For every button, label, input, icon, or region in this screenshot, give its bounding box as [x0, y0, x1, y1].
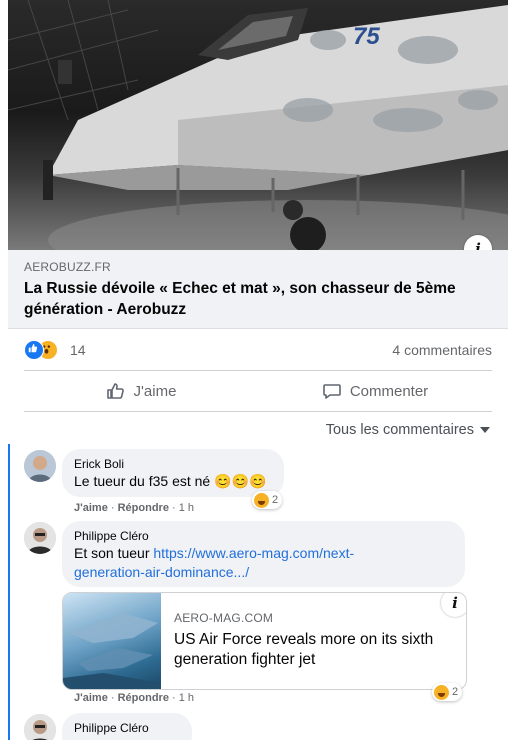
comment-bubble: Philippe Cléro: [62, 713, 192, 740]
comments-sort-dropdown[interactable]: Tous les commentaires: [326, 422, 490, 438]
comment-like-link[interactable]: J'aime: [74, 692, 108, 704]
avatar[interactable]: [24, 714, 56, 740]
article-headline[interactable]: La Russie dévoile « Echec et mat », son …: [24, 278, 494, 320]
article-image[interactable]: 75 i: [8, 0, 508, 250]
comment-author[interactable]: Erick Boli: [74, 457, 124, 471]
comment-reply-link[interactable]: Répondre: [118, 502, 169, 514]
like-label: J'aime: [133, 382, 177, 400]
haha-reaction-icon: [434, 684, 449, 700]
comments-count[interactable]: 4 commentaires: [392, 342, 492, 358]
comment-text-prefix: Et son tueur: [74, 545, 154, 561]
facebook-post-card: 75 i AEROBUZZ.FR La Russie dévoile « Ech…: [8, 0, 508, 740]
sort-label: Tous les commentaires: [325, 422, 474, 438]
like-reaction-icon[interactable]: [24, 340, 44, 360]
thread-indicator: [8, 444, 10, 740]
comment-icon: [323, 384, 341, 399]
comment-link-continued[interactable]: generation-air-dominance.../: [74, 564, 249, 580]
comment-text: Et son tueur https://www.aero-mag.com/ne…: [74, 544, 454, 582]
reaction-count[interactable]: 14: [70, 342, 86, 358]
comment-reactions[interactable]: 2: [252, 491, 283, 509]
comment-reactions[interactable]: 2: [432, 683, 463, 701]
article-domain: AEROBUZZ.FR: [24, 260, 111, 274]
chevron-down-icon: [480, 427, 490, 433]
link-preview-meta[interactable]: AEROBUZZ.FR La Russie dévoile « Echec et…: [8, 250, 508, 329]
comment-reply-link[interactable]: Répondre: [118, 692, 169, 704]
comment-author[interactable]: Philippe Cléro: [74, 721, 149, 735]
comment-reaction-count: 2: [272, 494, 279, 506]
like-button[interactable]: J'aime: [24, 371, 258, 411]
action-bar: J'aime Commenter: [24, 371, 492, 412]
haha-reaction-icon: [254, 492, 269, 508]
reactions-summary: 14 4 commentaires: [24, 328, 492, 371]
avatar[interactable]: [24, 522, 56, 554]
info-icon[interactable]: i: [441, 593, 466, 617]
thumbs-up-icon: [106, 383, 124, 399]
aircraft-number: 75: [353, 23, 380, 50]
preview-domain: AERO-MAG.COM: [174, 611, 274, 625]
comment-link[interactable]: https://www.aero-mag.com/next-: [153, 545, 354, 561]
comment-bubble: Philippe Cléro Et son tueur https://www.…: [62, 521, 465, 587]
comment-actions: J'aime · Répondre · 1 h: [74, 692, 195, 704]
comment-actions: J'aime · Répondre · 1 h: [74, 502, 195, 514]
comment-text: Le tueur du f35 est né 😊😊😊: [74, 473, 267, 489]
comment-like-link[interactable]: J'aime: [74, 502, 108, 514]
comment-time[interactable]: · 1 h: [172, 692, 194, 704]
comment-time[interactable]: · 1 h: [172, 502, 194, 514]
comment-button[interactable]: Commenter: [258, 371, 492, 411]
preview-title[interactable]: US Air Force reveals more on its sixth g…: [174, 630, 454, 670]
preview-image: [63, 593, 161, 689]
comment-label: Commenter: [349, 382, 429, 400]
comment-reaction-count: 2: [452, 686, 459, 698]
fighter-jet-illustration: 75: [8, 0, 508, 250]
comment-author[interactable]: Philippe Cléro: [74, 529, 149, 543]
shared-link-preview[interactable]: AERO-MAG.COM US Air Force reveals more o…: [62, 592, 467, 690]
comment-bubble: Erick Boli Le tueur du f35 est né 😊😊😊: [62, 449, 284, 497]
avatar[interactable]: [24, 450, 56, 482]
